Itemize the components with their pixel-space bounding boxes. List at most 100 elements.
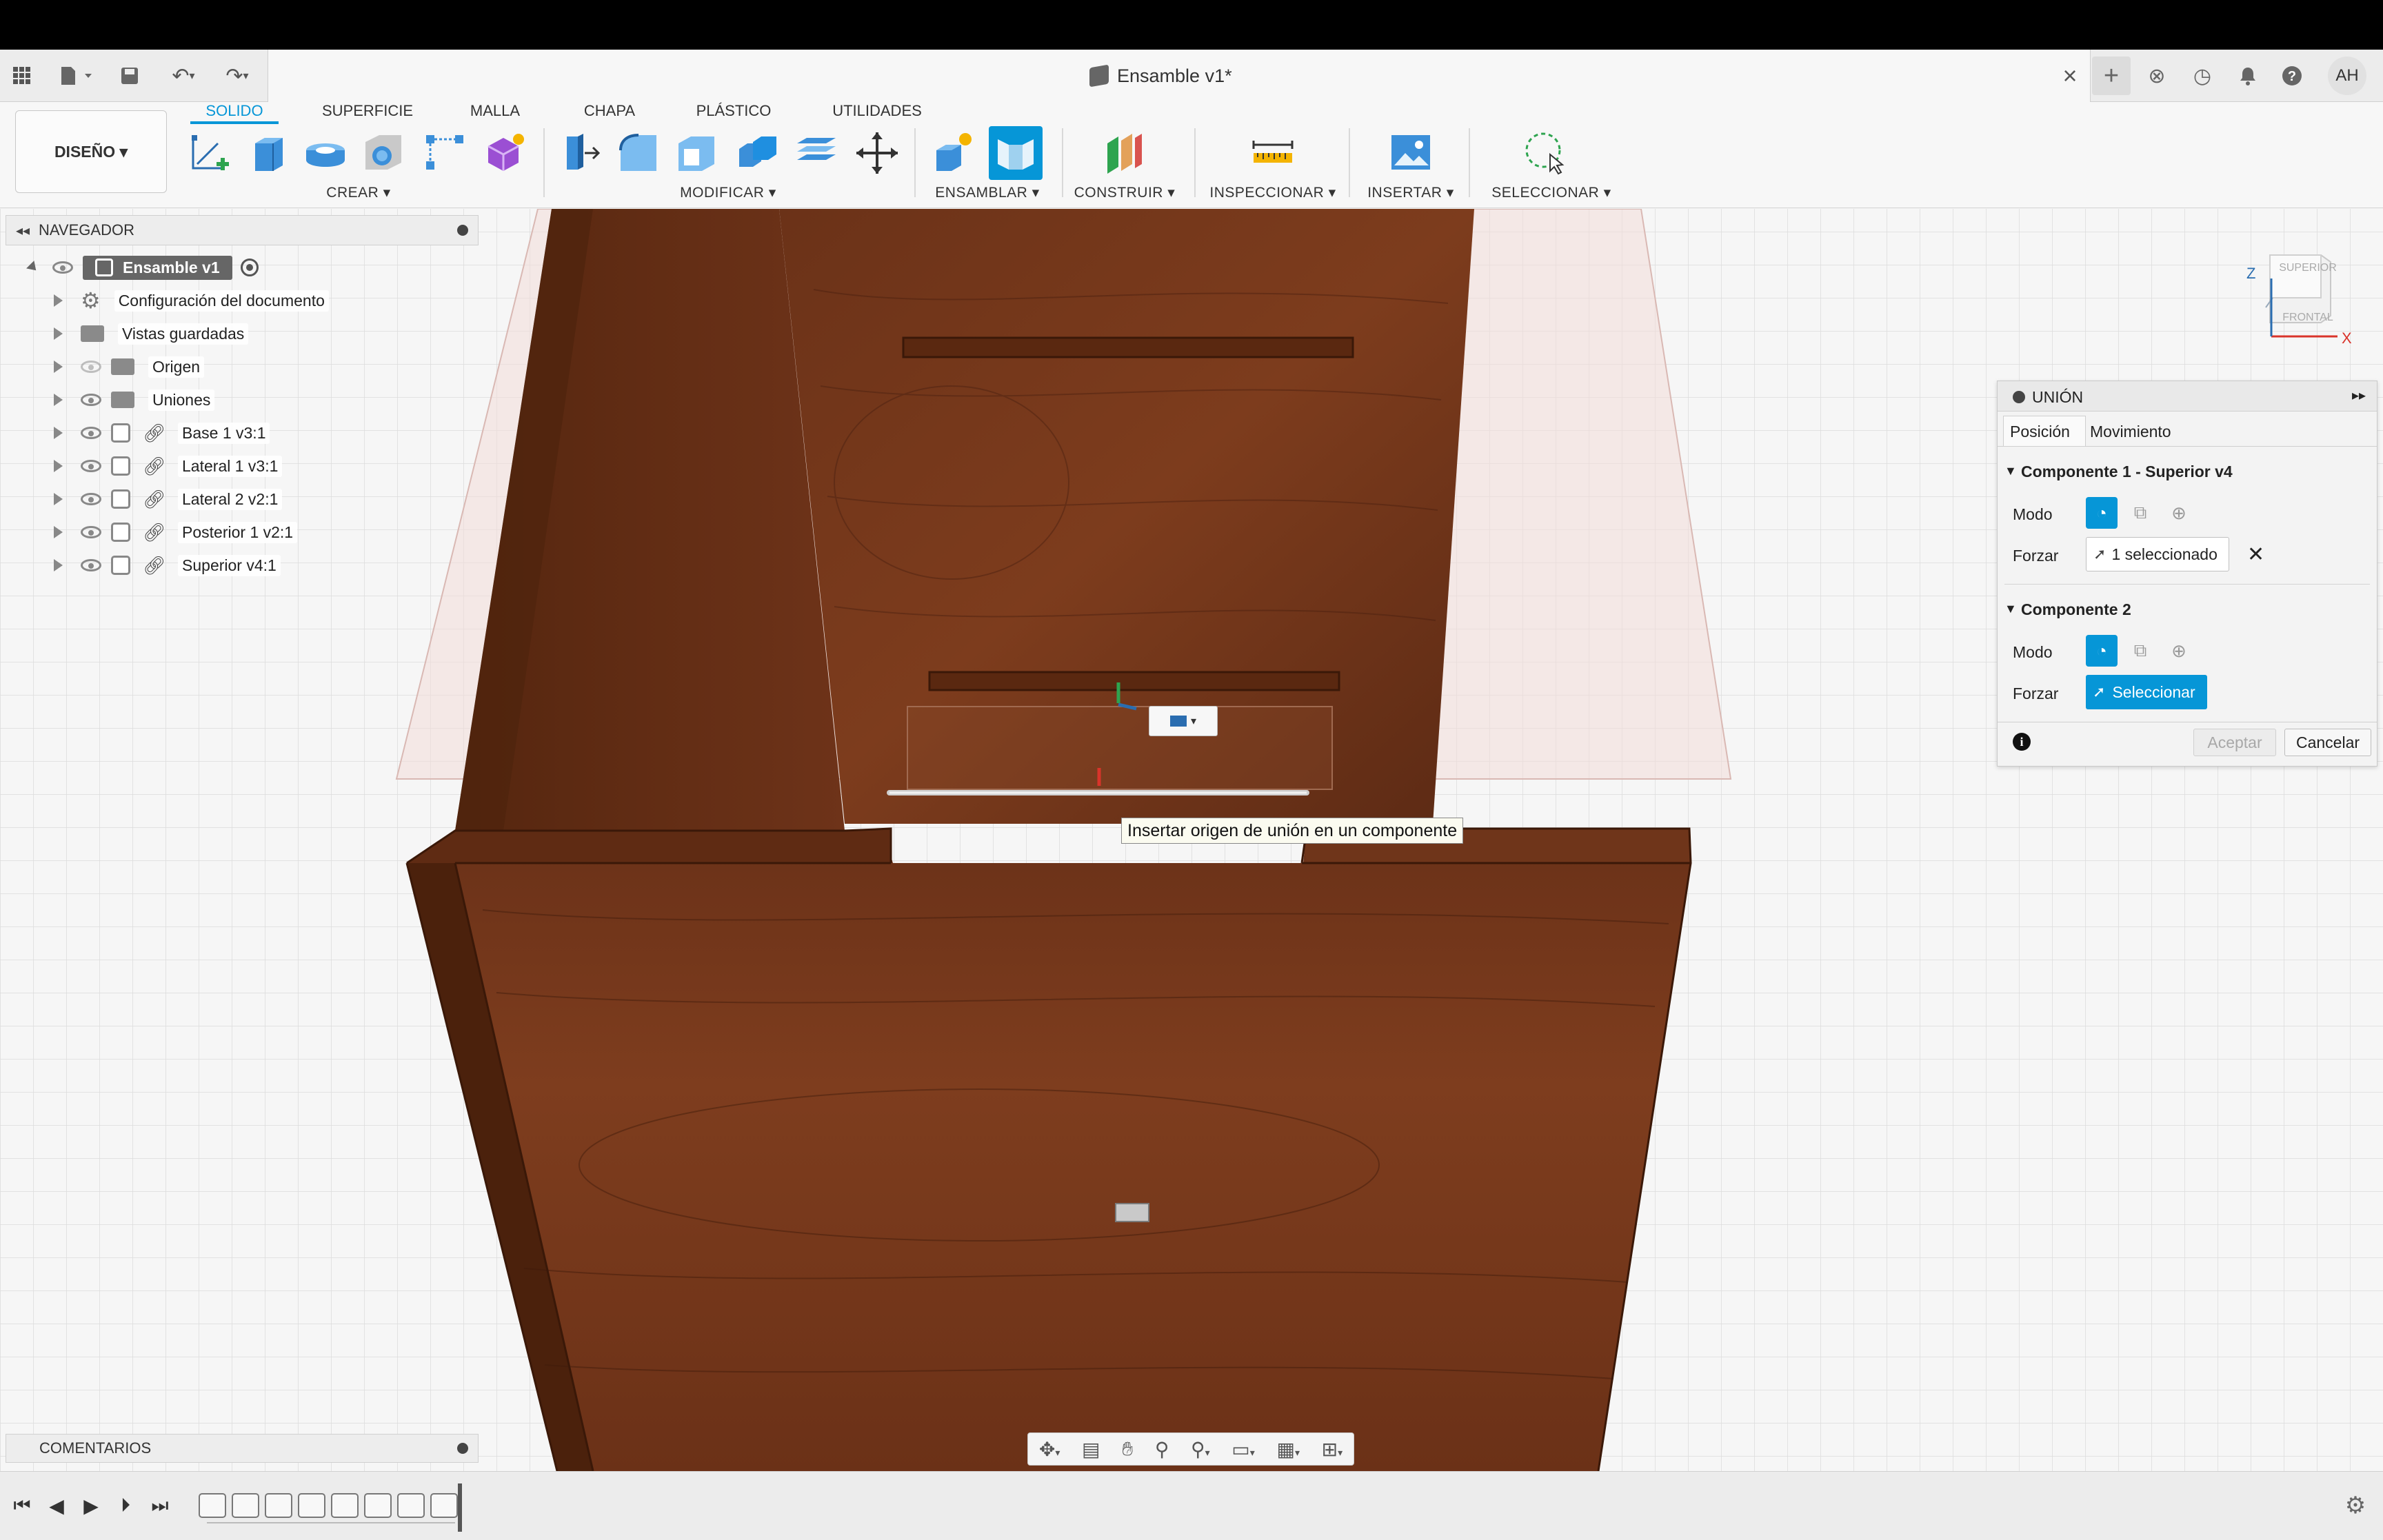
- tab-sheet-metal[interactable]: CHAPA: [575, 99, 644, 123]
- expand-triangle-icon[interactable]: [54, 493, 63, 505]
- assemble-menu[interactable]: ENSAMBLAR ▾: [927, 182, 1048, 203]
- timeline-feature-icon[interactable]: [199, 1493, 226, 1518]
- hidden-eye-icon[interactable]: [81, 361, 101, 373]
- timeline-marker[interactable]: [458, 1483, 462, 1532]
- nav-item-component[interactable]: 🔗︎ Superior v4:1: [54, 549, 281, 582]
- save-icon[interactable]: [114, 61, 145, 91]
- visibility-eye-icon[interactable]: [81, 394, 101, 406]
- nav-item-component[interactable]: 🔗︎ Lateral 2 v2:1: [54, 483, 283, 516]
- visibility-eye-icon[interactable]: [81, 559, 101, 571]
- timeline-feature-icon[interactable]: [397, 1493, 425, 1518]
- timeline-next-icon[interactable]: ⏵: [112, 1492, 139, 1519]
- expand-triangle-icon[interactable]: [54, 394, 63, 406]
- timeline-first-icon[interactable]: ⏮: [8, 1492, 36, 1519]
- navigator-root[interactable]: Ensamble v1: [26, 251, 259, 284]
- expand-triangle-icon[interactable]: [54, 526, 63, 538]
- viewcube-front-label[interactable]: FRONTAL: [2263, 312, 2353, 328]
- viewports-icon[interactable]: ⊞▾: [1322, 1438, 1343, 1461]
- timeline-settings-gear-icon[interactable]: ⚙: [2342, 1492, 2369, 1519]
- select-menu[interactable]: SELECCIONAR ▾: [1482, 182, 1620, 203]
- expand-triangle-icon[interactable]: [54, 559, 63, 571]
- tab-motion-label[interactable]: Movimiento: [2090, 423, 2171, 441]
- insert-image-icon[interactable]: [1386, 128, 1436, 178]
- expand-triangle-icon[interactable]: [54, 361, 63, 373]
- pan-icon[interactable]: ✋︎: [1122, 1438, 1133, 1461]
- joint-icon[interactable]: [989, 126, 1043, 180]
- inspect-menu[interactable]: INSPECCIONAR ▾: [1207, 182, 1339, 203]
- ok-button[interactable]: Aceptar: [2193, 729, 2276, 756]
- timeline-feature-icon[interactable]: [265, 1493, 292, 1518]
- construct-menu[interactable]: CONSTRUIR ▾: [1066, 182, 1183, 203]
- timeline-feature-icon[interactable]: [430, 1493, 458, 1518]
- cancel-button[interactable]: Cancelar: [2284, 729, 2371, 756]
- nav-item-origin[interactable]: Origen: [54, 350, 205, 383]
- component1-snap-selection[interactable]: ➚ 1 seleccionado: [2086, 537, 2229, 571]
- apps-grid-icon[interactable]: [7, 61, 37, 91]
- offset-face-icon[interactable]: [792, 128, 841, 178]
- nav-item-component[interactable]: 🔗︎ Base 1 v3:1: [54, 416, 270, 449]
- undo-icon[interactable]: ↶ ▾: [161, 61, 205, 91]
- expand-triangle-icon[interactable]: [54, 327, 63, 340]
- display-settings-icon[interactable]: ▭▾: [1231, 1438, 1255, 1461]
- timeline-play-icon[interactable]: ▶: [77, 1492, 105, 1519]
- pattern-icon[interactable]: [421, 128, 470, 178]
- help-icon[interactable]: ?: [2275, 59, 2309, 92]
- visibility-eye-icon[interactable]: [81, 493, 101, 505]
- simple-mode-icon[interactable]: ◔: [2086, 497, 2118, 529]
- root-label-box[interactable]: Ensamble v1: [83, 255, 232, 280]
- timeline-feature-icon[interactable]: [364, 1493, 392, 1518]
- create-form-icon[interactable]: [480, 128, 530, 178]
- insert-menu[interactable]: INSERTAR ▾: [1363, 182, 1459, 203]
- new-component-icon[interactable]: [929, 128, 979, 178]
- look-at-icon[interactable]: ▤: [1082, 1438, 1100, 1461]
- modify-menu[interactable]: MODIFICAR ▾: [666, 182, 790, 203]
- expand-dialog-icon[interactable]: ▸▸: [2352, 387, 2366, 404]
- combine-icon[interactable]: [734, 128, 783, 178]
- close-tab-icon[interactable]: ×: [2055, 61, 2085, 91]
- workspace-switcher[interactable]: DISEÑO ▾: [15, 110, 167, 193]
- expand-triangle-icon[interactable]: [26, 261, 40, 274]
- base-panel[interactable]: [407, 829, 1691, 1471]
- create-sketch-icon[interactable]: [185, 128, 234, 178]
- extensions-icon[interactable]: ⊗: [2140, 59, 2173, 92]
- tab-surface[interactable]: SUPERFICIE: [319, 99, 416, 123]
- component2-select-button[interactable]: ➚ Seleccionar: [2086, 675, 2207, 709]
- tab-utilities[interactable]: UTILIDADES: [827, 99, 927, 123]
- select-icon[interactable]: [1521, 128, 1571, 178]
- visibility-eye-icon[interactable]: [81, 460, 101, 472]
- orbit-icon[interactable]: ✥▾: [1039, 1438, 1060, 1461]
- joint-glyph[interactable]: [1115, 1203, 1149, 1222]
- clear-selection-icon[interactable]: ✕: [2247, 543, 2264, 567]
- dialog-options-icon[interactable]: [2013, 391, 2025, 403]
- simple-mode-icon[interactable]: ◔: [2086, 635, 2118, 667]
- offset-plane-icon[interactable]: [1099, 128, 1149, 178]
- comments-panel[interactable]: COMENTARIOS: [6, 1434, 479, 1463]
- comments-options-icon[interactable]: [457, 1443, 468, 1454]
- nav-item-component[interactable]: 🔗︎ Posterior 1 v2:1: [54, 516, 298, 549]
- section-collapse-icon[interactable]: ▼: [2004, 464, 2017, 478]
- tab-mesh[interactable]: MALLA: [459, 99, 531, 123]
- info-icon[interactable]: i: [2013, 733, 2031, 751]
- nav-item-saved-views[interactable]: Vistas guardadas: [54, 317, 249, 350]
- expand-triangle-icon[interactable]: [54, 460, 63, 472]
- timeline-feature-icon[interactable]: [232, 1493, 259, 1518]
- nav-item-document-settings[interactable]: ⚙ Configuración del documento: [54, 284, 329, 317]
- move-icon[interactable]: [852, 128, 902, 178]
- redo-icon[interactable]: ↷ ▾: [215, 61, 259, 91]
- navigator-options-icon[interactable]: [457, 225, 468, 236]
- user-avatar[interactable]: AH: [2328, 57, 2366, 95]
- two-edge-icon[interactable]: ⊕: [2163, 497, 2195, 529]
- between-faces-icon[interactable]: ⧉: [2124, 497, 2156, 529]
- notifications-icon[interactable]: [2231, 59, 2264, 92]
- tab-plastic[interactable]: PLÁSTICO: [687, 99, 781, 123]
- viewcube-top-label[interactable]: SUPERIOR: [2263, 262, 2353, 278]
- visibility-eye-icon[interactable]: [81, 427, 101, 439]
- visibility-eye-icon[interactable]: [52, 261, 73, 274]
- fit-icon[interactable]: ⚲▾: [1191, 1438, 1210, 1461]
- visibility-eye-icon[interactable]: [81, 526, 101, 538]
- expand-triangle-icon[interactable]: [54, 294, 63, 307]
- revolve-icon[interactable]: [301, 128, 350, 178]
- tab-solid[interactable]: SOLIDO: [190, 99, 279, 123]
- expand-triangle-icon[interactable]: [54, 427, 63, 439]
- shell-icon[interactable]: [672, 128, 721, 178]
